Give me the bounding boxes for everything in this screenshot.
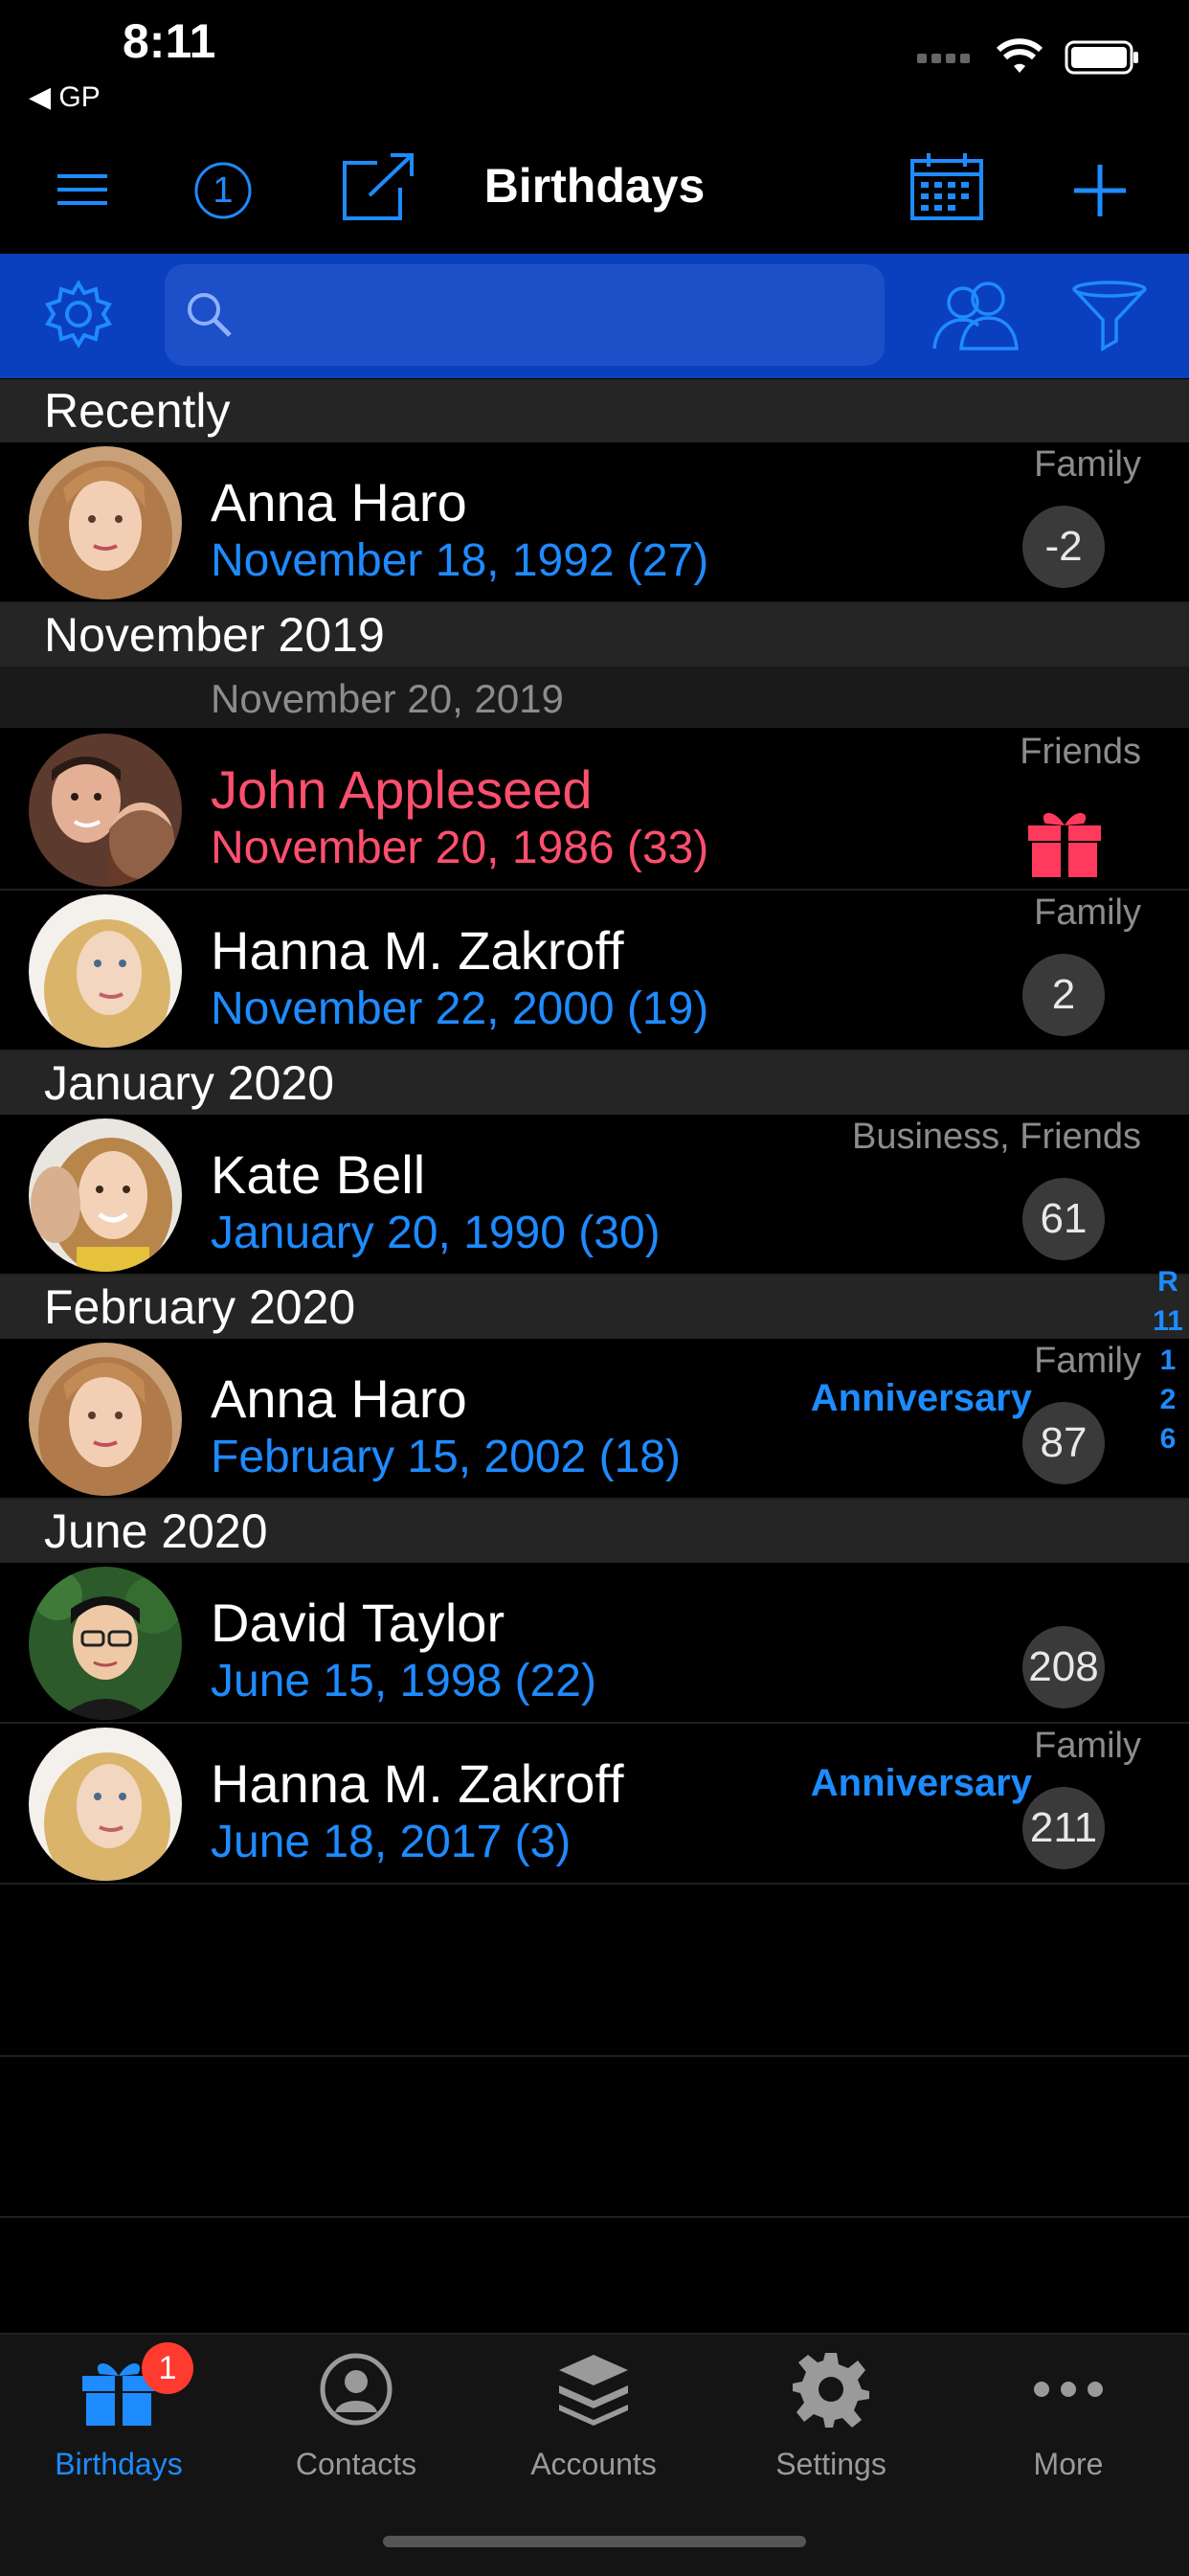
battery-icon (1065, 40, 1138, 75)
birthday-row[interactable]: Kate Bell January 20, 1990 (30) Business, … (0, 1115, 1189, 1276)
days-until-badge: 2 (1022, 954, 1105, 1036)
birth-date: June 15, 1998 (22) (211, 1656, 596, 1706)
contact-avatar (29, 734, 182, 887)
settings-gear-icon[interactable] (42, 278, 115, 355)
section-title: February 2020 (44, 1280, 356, 1334)
back-to-app-link[interactable]: ◀ GP (29, 80, 101, 114)
days-until-badge: 211 (1022, 1787, 1105, 1869)
contact-avatar (29, 1343, 182, 1496)
contact-avatar (29, 1567, 182, 1720)
birth-date: November 22, 2000 (19) (211, 983, 709, 1034)
signal-icon (917, 54, 970, 63)
birth-date: February 15, 2002 (18) (211, 1432, 681, 1482)
tab-label: More (1033, 2447, 1104, 2481)
section-title: November 2019 (44, 608, 385, 662)
section-title: January 2020 (44, 1056, 335, 1110)
birthday-row[interactable]: Anna Haro February 15, 2002 (18) Family Ann… (0, 1339, 1189, 1500)
groups-icon[interactable] (927, 276, 1026, 357)
contact-name: David Taylor (211, 1593, 505, 1653)
days-until-badge: 208 (1022, 1626, 1105, 1708)
contact-group: Family (1034, 893, 1141, 933)
birthday-row[interactable]: John Appleseed November 20, 1986 (33) Frie… (0, 730, 1189, 891)
gift-icon (1024, 802, 1105, 884)
contact-name: John Appleseed (211, 759, 593, 820)
wifi-icon (996, 38, 1043, 73)
section-header: Recently (0, 379, 1189, 442)
add-icon[interactable] (1072, 163, 1128, 223)
birthday-row[interactable]: Anna Haro November 18, 1992 (27) Family -2 (0, 442, 1189, 603)
section-title: Recently (44, 384, 231, 438)
birthday-row[interactable]: David Taylor June 15, 1998 (22) 208 (0, 1563, 1189, 1724)
contact-group: Family (1034, 1341, 1141, 1381)
index-letter[interactable]: R (1149, 1262, 1187, 1301)
contact-name: Kate Bell (211, 1144, 426, 1205)
tab-label: Birthdays (55, 2447, 183, 2481)
date-subheader-label: November 20, 2019 (211, 676, 564, 721)
contact-group: Family (1034, 444, 1141, 485)
contact-avatar (29, 1728, 182, 1881)
section-header: June 2020 (0, 1500, 1189, 1563)
days-until-badge: 87 (1022, 1402, 1105, 1484)
index-letter[interactable]: 1 (1149, 1341, 1187, 1380)
calendar-icon[interactable] (909, 151, 984, 225)
birthday-row[interactable]: Hanna M. Zakroff November 22, 2000 (19) Fa… (0, 891, 1189, 1051)
index-letter[interactable]: 6 (1149, 1419, 1187, 1458)
status-time: 8:11 (123, 14, 216, 68)
contact-group: Business, Friends (851, 1117, 1141, 1157)
contact-name: Anna Haro (211, 472, 467, 532)
anniversary-label: Anniversary (810, 1762, 1032, 1804)
index-letter[interactable]: 2 (1149, 1380, 1187, 1419)
contact-name: Hanna M. Zakroff (211, 1753, 624, 1814)
search-input[interactable] (165, 264, 885, 366)
section-header: November 2019 (0, 603, 1189, 667)
filter-funnel-icon[interactable] (1070, 280, 1149, 357)
section-title: June 2020 (44, 1504, 268, 1558)
anniversary-label: Anniversary (810, 1377, 1032, 1419)
section-header: February 2020 (0, 1276, 1189, 1339)
tab-label: Accounts (530, 2447, 657, 2481)
status-icons (917, 38, 1141, 77)
section-index[interactable]: R 11 1 2 6 (1149, 1262, 1187, 1458)
birth-date: January 20, 1990 (30) (211, 1208, 661, 1258)
contact-group: Friends (1020, 732, 1141, 772)
birth-date: June 18, 2017 (3) (211, 1817, 572, 1867)
tab-label: Contacts (295, 2447, 417, 2481)
days-until-badge: 61 (1022, 1178, 1105, 1260)
contact-avatar (29, 446, 182, 599)
tab-label: Settings (775, 2447, 886, 2481)
section-header: January 2020 (0, 1051, 1189, 1115)
index-letter[interactable]: 11 (1149, 1301, 1187, 1341)
date-subheader: November 20, 2019 (0, 667, 1189, 728)
contact-avatar (29, 894, 182, 1048)
search-icon (188, 293, 232, 337)
contact-name: Anna Haro (211, 1368, 467, 1429)
birth-date: November 20, 1986 (33) (211, 823, 709, 873)
birthdays-tab-badge: 1 (142, 2342, 193, 2394)
contact-avatar (29, 1119, 182, 1272)
home-indicator (383, 2536, 806, 2547)
contact-name: Hanna M. Zakroff (211, 920, 624, 981)
empty-row (0, 1894, 1189, 2057)
days-until-badge: -2 (1022, 506, 1105, 588)
page-title: Birthdays (483, 159, 706, 213)
birth-date: November 18, 1992 (27) (211, 535, 709, 586)
birthday-row[interactable]: Hanna M. Zakroff June 18, 2017 (3) Family A… (0, 1724, 1189, 1885)
empty-row (0, 2055, 1189, 2218)
contact-group: Family (1034, 1726, 1141, 1766)
